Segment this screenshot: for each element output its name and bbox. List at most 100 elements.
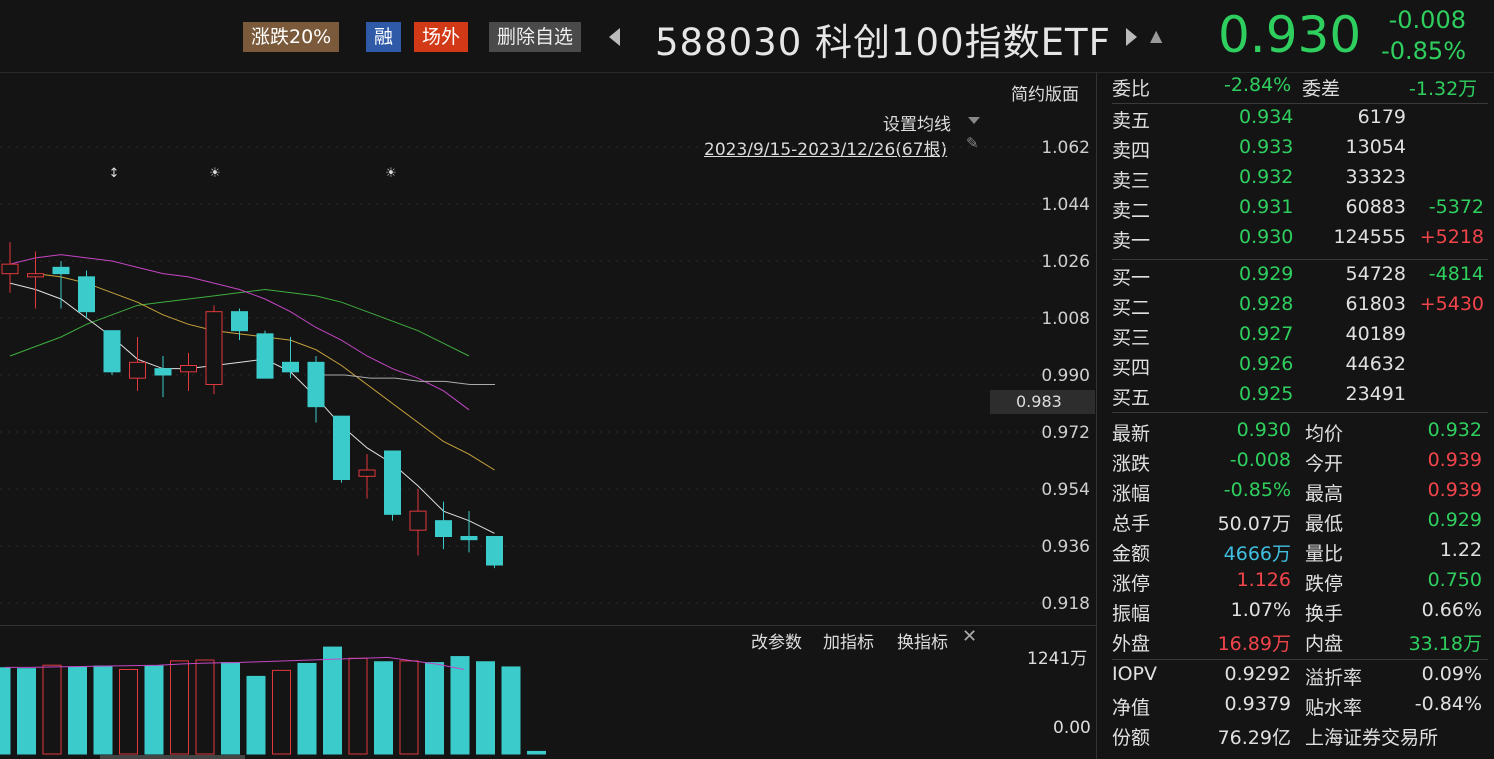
stat-value: 16.89万	[1217, 633, 1291, 655]
event-marker-icon: ☀	[209, 166, 221, 181]
divider	[1112, 259, 1488, 260]
bid-level-price: 0.929	[1239, 263, 1294, 285]
stat-label: 均价	[1305, 423, 1344, 445]
ma-gray-line	[320, 374, 495, 385]
volume-bar	[144, 665, 164, 755]
bid-level-label: 买四	[1112, 357, 1151, 379]
stat-value: 33.18万	[1408, 633, 1482, 655]
prev-stock-icon[interactable]	[609, 28, 620, 46]
switch-indicator-button[interactable]: 换指标	[897, 628, 948, 653]
candle-body	[282, 361, 299, 373]
price-tick-label: 0.918	[1041, 594, 1090, 614]
bid-level-volume: 40189	[1345, 323, 1406, 345]
price-tick-label: 0.954	[1041, 480, 1090, 500]
price-tick-label: 0.990	[1041, 366, 1090, 386]
event-markers: ↕ ☀ ☀	[109, 166, 397, 181]
margin-tag[interactable]: 融	[366, 22, 402, 52]
event-marker-icon: ↕	[109, 166, 120, 181]
stock-title: 588030 科创100指数ETF	[655, 12, 1111, 66]
stat-label: 涨幅	[1112, 483, 1151, 505]
bid-level-label: 买三	[1112, 327, 1151, 349]
candle-body	[256, 333, 274, 379]
otc-tag[interactable]: 场外	[414, 22, 469, 52]
candle-body	[460, 536, 478, 541]
volume-bar	[17, 668, 36, 755]
stat-value: 0.932	[1427, 419, 1482, 441]
candle-body	[231, 311, 248, 332]
ask-level-diff: -5372	[1428, 196, 1484, 218]
ask-level-label: 卖四	[1112, 140, 1151, 162]
stat-value: 0.939	[1427, 449, 1482, 471]
bid-level-price: 0.927	[1239, 323, 1294, 345]
candle-body	[129, 361, 146, 379]
stat-label: 最新	[1112, 423, 1151, 445]
stat-value: 0.930	[1236, 419, 1291, 441]
candle-body	[27, 273, 44, 278]
bell-icon[interactable]: ▲	[1150, 26, 1162, 45]
ask-level-volume: 124555	[1333, 226, 1406, 248]
horizontal-scrollbar[interactable]	[100, 755, 245, 759]
candle-body	[205, 311, 223, 386]
stat-label: 金额	[1112, 543, 1151, 565]
volume-bar	[0, 667, 11, 755]
weibi-label: 委比	[1112, 78, 1151, 100]
ask-level-price: 0.930	[1239, 226, 1294, 248]
volume-bar	[42, 664, 62, 755]
bid-level-label: 买一	[1112, 267, 1151, 289]
next-stock-icon[interactable]	[1126, 28, 1137, 46]
cursor-price-box: 0.983	[990, 390, 1095, 414]
stat-label: 最低	[1305, 513, 1344, 535]
volume-bar	[272, 669, 291, 755]
price-tick-label: 1.062	[1041, 138, 1090, 158]
stat-value: 50.07万	[1217, 513, 1291, 535]
volume-max-label: 1241万	[1027, 649, 1088, 669]
candle-body	[333, 415, 350, 480]
stat-value: 1.07%	[1230, 599, 1291, 621]
bid-level-diff: -4814	[1428, 263, 1484, 285]
stat-value: 0.9379	[1224, 693, 1291, 715]
panel-divider	[1096, 72, 1097, 759]
weicha-value: -1.32万	[1409, 78, 1478, 100]
stat-label: 份额	[1112, 727, 1151, 749]
limit-tag[interactable]: 涨跌20%	[243, 22, 340, 52]
stat-label: 内盘	[1305, 633, 1344, 655]
candle-body	[409, 510, 427, 531]
change-params-button[interactable]: 改参数	[751, 628, 802, 653]
kline-svg: ↕ ☀ ☀ 1.062 1.044 1.026 1.008 0.990 0.972 0.954 0…	[0, 138, 1096, 755]
remove-watchlist-button[interactable]: 删除自选	[489, 22, 582, 52]
top-bar: 涨跌20% 融 场外 删除自选 588030 科创100指数ETF ▲ 0.93…	[0, 0, 1494, 73]
ask-level-price: 0.933	[1239, 136, 1294, 158]
price-change: -0.008	[1388, 6, 1466, 34]
stat-label: 涨停	[1112, 573, 1151, 595]
add-indicator-button[interactable]: 加指标	[823, 628, 874, 653]
stock-name: 科创100指数ETF	[815, 21, 1111, 64]
ask-level-label: 卖一	[1112, 230, 1151, 252]
stat-value: 0.66%	[1421, 599, 1482, 621]
bid-level-price: 0.925	[1239, 383, 1294, 405]
ask-level-label: 卖二	[1112, 200, 1151, 222]
stat-label: 换手	[1305, 603, 1344, 625]
ask-level-diff: +5218	[1419, 226, 1484, 248]
stat-value: 0.750	[1427, 569, 1482, 591]
stat-label: 量比	[1305, 543, 1344, 565]
stat-label: 最高	[1305, 483, 1344, 505]
stat-label: 净值	[1112, 697, 1151, 719]
stat-value: 1.126	[1236, 569, 1291, 591]
price-tick-label: 1.044	[1041, 195, 1090, 215]
stat-value: 0.09%	[1421, 663, 1482, 685]
candle-body	[384, 450, 401, 515]
candle-body	[52, 266, 70, 275]
kline-chart[interactable]: 简约版面 设置均线 2023/9/15-2023/12/26(67根) ✎ ↕ ☀…	[0, 72, 1096, 759]
weicha-label: 委差	[1302, 78, 1341, 100]
candle-body	[78, 276, 95, 313]
stat-label: 上海证券交易所	[1305, 727, 1439, 749]
bid-level-label: 买五	[1112, 387, 1151, 409]
stat-value: -0.84%	[1414, 693, 1482, 715]
stat-value: 1.22	[1439, 539, 1482, 561]
stat-value: -0.008	[1229, 449, 1291, 471]
candle-body	[180, 365, 197, 373]
stat-value: -0.85%	[1223, 479, 1291, 501]
ask-level-volume: 6179	[1357, 106, 1406, 128]
volume-bar	[348, 657, 368, 755]
close-icon[interactable]: ✕	[962, 626, 977, 647]
